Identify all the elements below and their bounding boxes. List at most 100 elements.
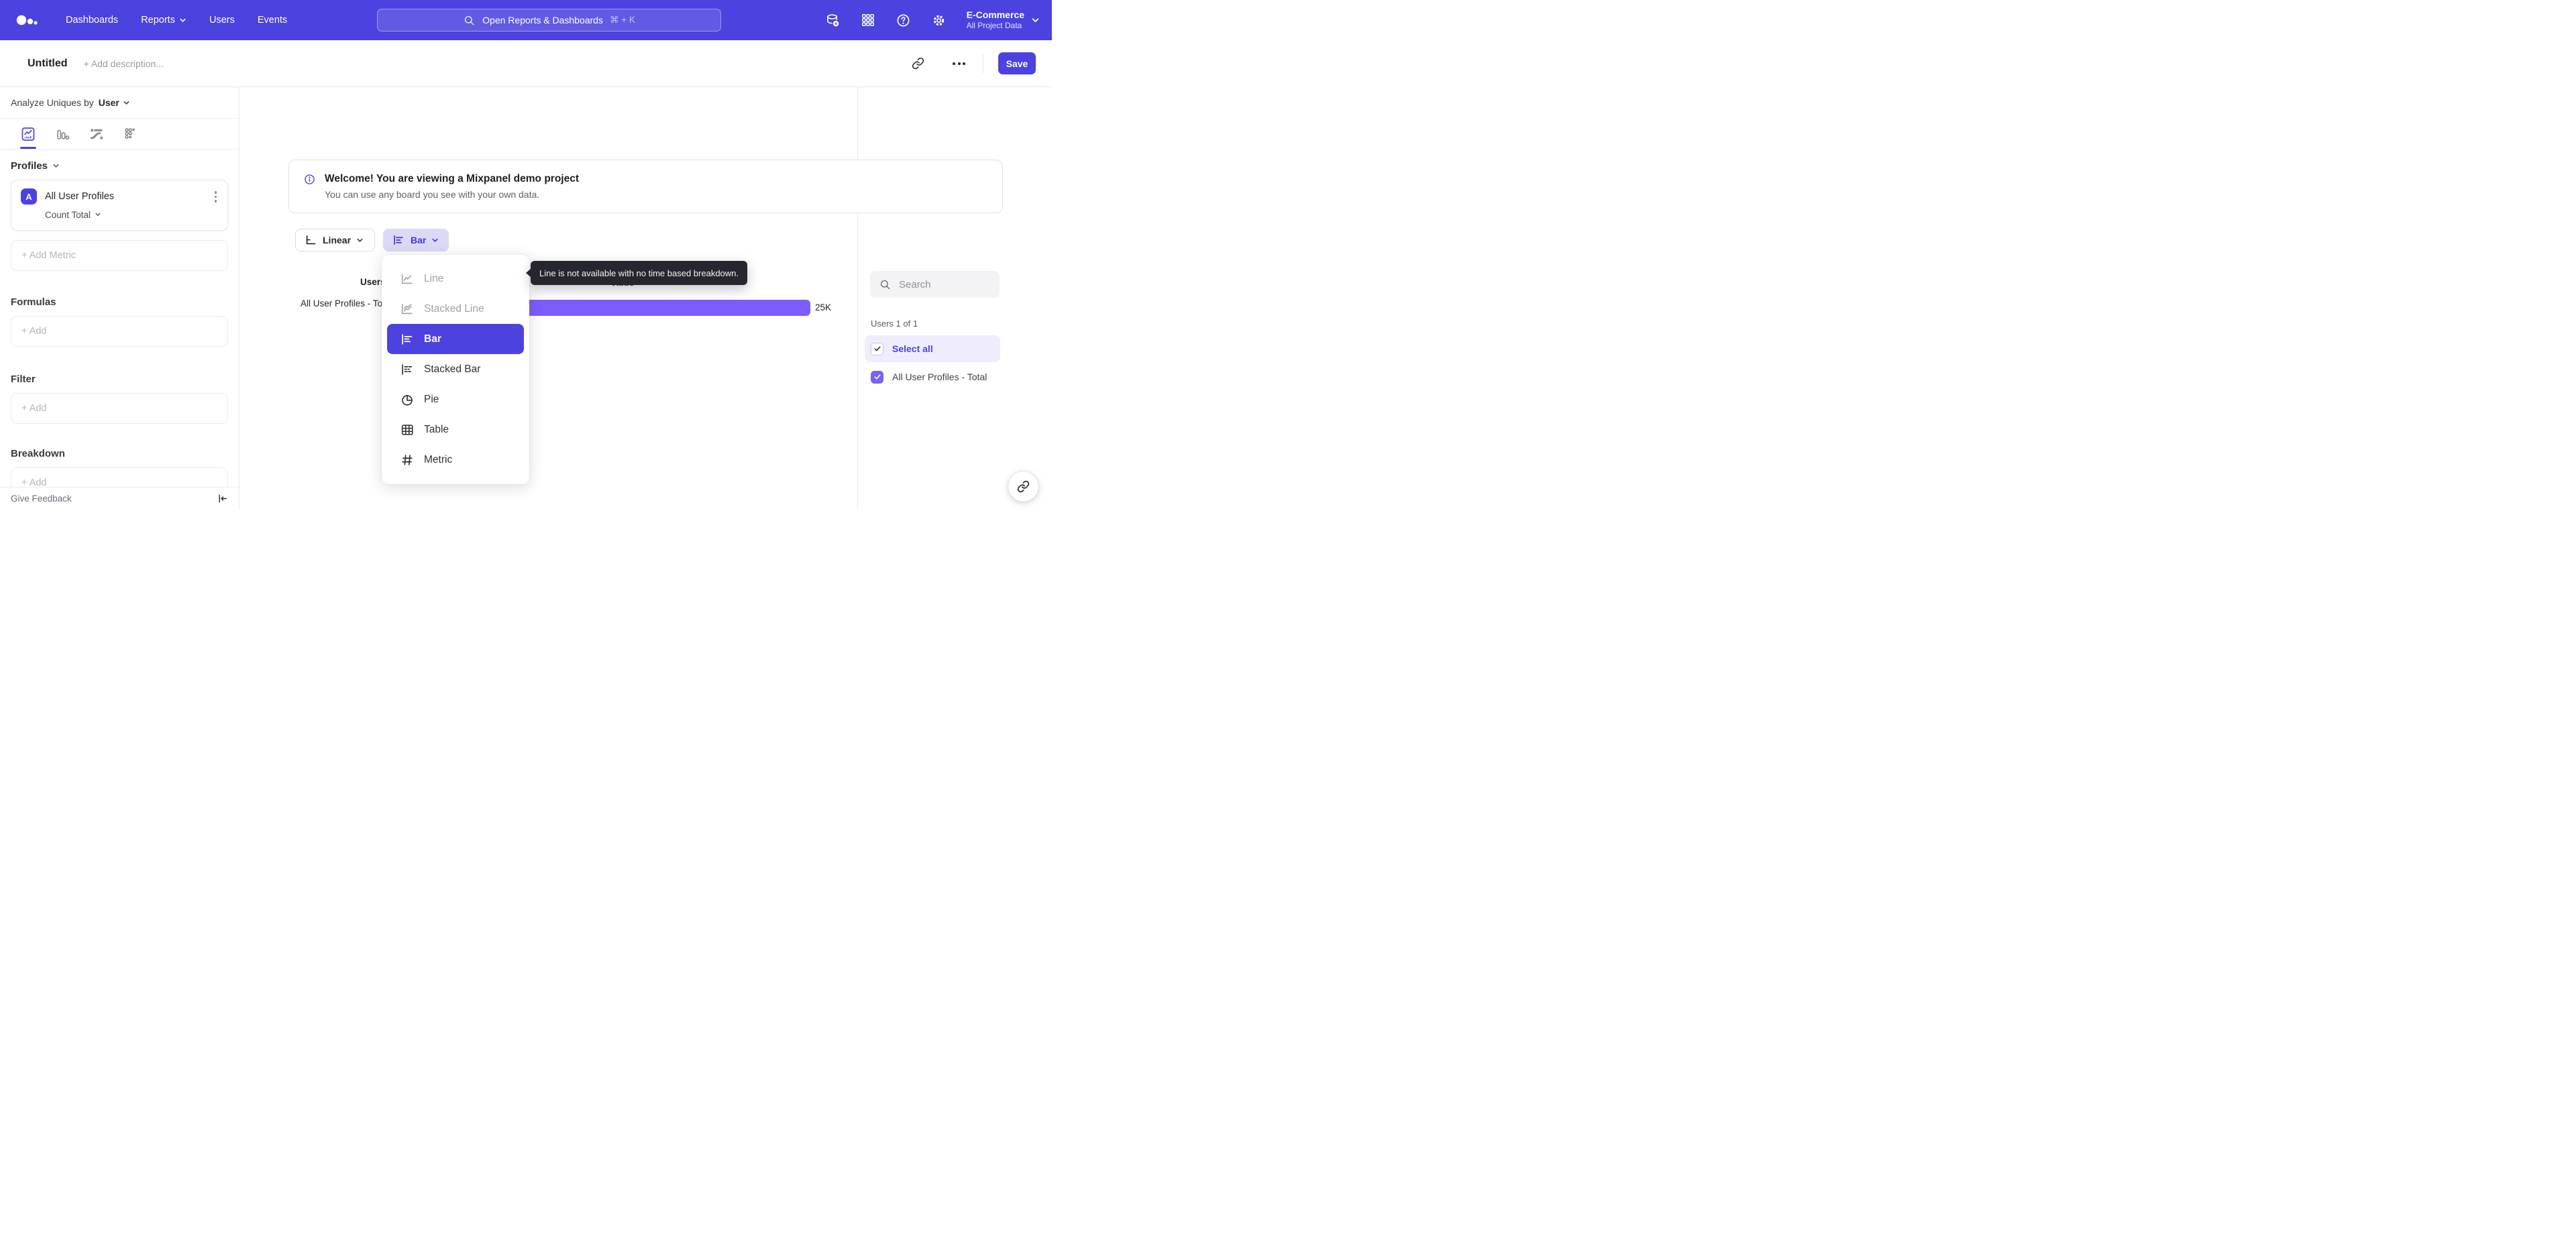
analyze-entity-value: User (98, 97, 119, 108)
report-type-tabs (0, 119, 239, 150)
demo-banner-subtitle: You can use any board you see with your … (325, 189, 540, 200)
insights-icon (21, 127, 35, 141)
tab-bar-chart[interactable] (54, 126, 70, 142)
metric-aggregation-selector[interactable]: Count Total (45, 210, 219, 220)
panel-divider (857, 87, 858, 510)
report-canvas: Welcome! You are viewing a Mixpanel demo… (239, 87, 1052, 510)
active-tab-underline (20, 147, 36, 149)
select-all-row[interactable]: Select all (865, 335, 1000, 362)
flows-icon (91, 128, 103, 139)
project-scope: All Project Data (966, 21, 1022, 31)
collapse-sidebar-icon[interactable] (217, 493, 228, 504)
chart-bar-value: 25K (815, 302, 832, 313)
save-button[interactable]: Save (998, 52, 1036, 74)
link-icon (1017, 480, 1030, 493)
nav-reports[interactable]: Reports (141, 15, 186, 25)
metric-card[interactable]: A All User Profiles Count Total (11, 180, 228, 231)
chevron-down-icon (95, 213, 101, 216)
disabled-option-tooltip: Line is not available with no time based… (526, 261, 748, 285)
nav-users[interactable]: Users (209, 15, 235, 25)
metric-badge: A (21, 188, 37, 205)
search-placeholder: Open Reports & Dashboards (482, 15, 603, 25)
linear-scale-icon (306, 235, 316, 245)
mixpanel-logo-icon[interactable] (15, 13, 39, 27)
metric-more-icon[interactable] (212, 188, 220, 205)
info-icon (305, 174, 315, 184)
search-icon (465, 15, 474, 25)
retention-icon (125, 127, 135, 139)
pie-chart-icon (402, 394, 413, 406)
chart-row-label: All User Profiles - Total (301, 298, 392, 308)
primary-nav: Dashboards Reports Users Events (66, 15, 287, 25)
global-search[interactable]: Open Reports & Dashboards ⌘ + K (377, 9, 721, 32)
scale-selector-button[interactable]: Linear (295, 229, 375, 251)
chevron-down-icon (357, 238, 363, 242)
tooltip-arrow (526, 268, 531, 278)
menu-item-pie[interactable]: Pie (387, 384, 524, 414)
apps-grid-icon[interactable] (861, 13, 875, 27)
series-row[interactable]: All User Profiles - Total (865, 363, 1023, 390)
report-header-bar: Untitled + Add description... Save (0, 40, 1052, 87)
tab-flows[interactable] (89, 126, 105, 142)
more-actions-icon[interactable] (953, 62, 965, 65)
chevron-down-icon (1032, 17, 1039, 22)
report-actions: Save (912, 52, 1036, 74)
table-icon (401, 424, 413, 435)
copy-chart-link-button[interactable] (1008, 471, 1038, 502)
chevron-down-icon (432, 238, 438, 242)
give-feedback-link[interactable]: Give Feedback (11, 494, 72, 504)
legend-search-input[interactable]: Search (870, 271, 1000, 298)
menu-item-stacked-bar[interactable]: Stacked Bar (387, 354, 524, 384)
sidebar-footer: Give Feedback (0, 487, 239, 510)
breakdown-section-title: Breakdown (11, 448, 65, 459)
nav-dashboards[interactable]: Dashboards (66, 15, 118, 25)
profiles-section-header[interactable]: Profiles (11, 160, 228, 172)
check-icon (873, 374, 881, 380)
metric-aggregation-value: Count Total (45, 209, 91, 220)
query-builder-sidebar: Analyze Uniques by User Profiles A All U… (0, 87, 239, 510)
nav-right-cluster: E-Commerce All Project Data (825, 0, 1040, 40)
metric-hash-icon (402, 454, 413, 465)
add-description-button[interactable]: + Add description... (84, 58, 164, 69)
profiles-section-title: Profiles (11, 160, 48, 172)
nav-events-label: Events (257, 15, 288, 25)
menu-item-table[interactable]: Table (387, 414, 524, 445)
chevron-down-icon (180, 18, 186, 22)
legend-search-placeholder: Search (899, 278, 931, 290)
series-checkbox[interactable] (871, 370, 883, 384)
bar-chart-icon (57, 129, 70, 139)
nav-events[interactable]: Events (258, 15, 287, 25)
project-info: E-Commerce All Project Data (967, 9, 1024, 32)
copy-link-icon[interactable] (912, 57, 924, 70)
scale-selector-label: Linear (323, 235, 352, 245)
add-formula-button[interactable]: + Add (11, 316, 228, 347)
help-icon[interactable] (896, 13, 911, 28)
filter-section-title: Filter (11, 374, 36, 385)
horizontal-bar-icon (402, 333, 413, 345)
search-icon (880, 280, 890, 289)
project-switcher[interactable]: E-Commerce All Project Data (967, 9, 1040, 32)
search-shortcut: ⌘ + K (609, 15, 635, 25)
stacked-bar-icon (402, 363, 413, 375)
menu-item-line: Line (387, 264, 524, 294)
report-title[interactable]: Untitled (28, 58, 68, 70)
menu-item-bar[interactable]: Bar (387, 324, 524, 354)
tab-insights[interactable] (20, 126, 36, 149)
horizontal-bar-icon (394, 235, 403, 245)
settings-gear-icon[interactable] (931, 13, 947, 28)
menu-item-metric[interactable]: Metric (387, 445, 524, 475)
formulas-section-title: Formulas (11, 296, 56, 308)
series-label: All User Profiles - Total (892, 372, 987, 382)
analyze-entity-selector[interactable]: User (99, 97, 130, 108)
chevron-down-icon (53, 164, 59, 168)
line-chart-icon (401, 273, 413, 284)
nav-reports-label: Reports (141, 15, 175, 25)
chart-type-button[interactable]: Bar (383, 229, 449, 251)
tab-retention[interactable] (123, 126, 139, 142)
add-metric-button[interactable]: + Add Metric (11, 240, 228, 271)
data-sources-icon[interactable] (825, 13, 841, 28)
demo-banner: Welcome! You are viewing a Mixpanel demo… (288, 160, 1003, 213)
add-filter-button[interactable]: + Add (11, 393, 228, 424)
nav-users-label: Users (209, 15, 235, 25)
select-all-checkbox[interactable] (871, 342, 883, 355)
